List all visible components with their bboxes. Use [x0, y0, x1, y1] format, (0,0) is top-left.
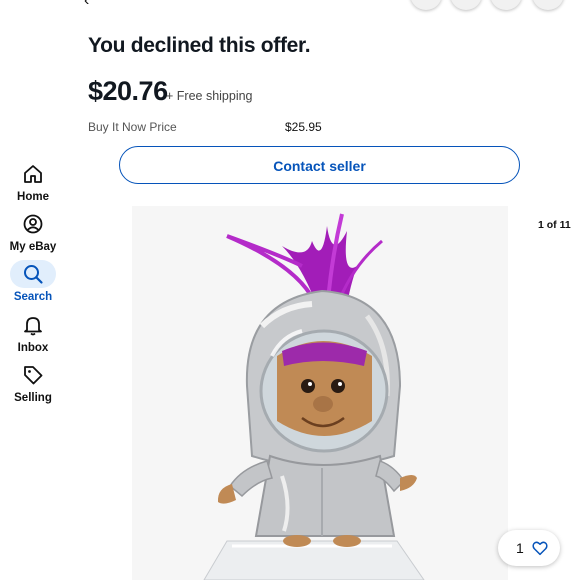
product-image[interactable]: [132, 206, 508, 580]
user-icon: [10, 210, 56, 238]
buy-it-now-price: $25.95: [285, 120, 322, 134]
more-icon[interactable]: [532, 0, 564, 10]
sidebar-item-inbox[interactable]: Inbox: [0, 301, 66, 354]
tag-icon: [10, 361, 56, 389]
offer-status-title: You declined this offer.: [88, 34, 311, 57]
top-bar: ‹: [0, 0, 580, 14]
heart-icon: [532, 541, 548, 556]
watch-button[interactable]: 1: [498, 530, 560, 566]
shipping-info: + Free shipping: [166, 89, 253, 103]
sidebar-item-label: Selling: [14, 392, 52, 404]
offer-price: $20.76: [88, 76, 168, 106]
search-icon[interactable]: [410, 0, 442, 10]
sidebar-item-my-ebay[interactable]: My eBay: [0, 200, 66, 253]
sidebar-item-selling[interactable]: Selling: [0, 351, 66, 404]
bell-icon: [10, 311, 56, 339]
contact-seller-button[interactable]: Contact seller: [119, 146, 520, 184]
buy-it-now-label: Buy It Now Price: [88, 120, 177, 134]
sidebar-item-home[interactable]: Home: [0, 150, 66, 203]
back-arrow-icon[interactable]: ‹: [84, 0, 89, 10]
image-counter: 1 of 11: [538, 219, 571, 231]
share-icon[interactable]: [490, 0, 522, 10]
watch-count: 1: [516, 540, 524, 556]
sidebar-item-search[interactable]: Search: [0, 250, 66, 303]
home-icon: [10, 160, 56, 188]
cart-icon[interactable]: [450, 0, 482, 10]
search-icon: [10, 260, 56, 288]
